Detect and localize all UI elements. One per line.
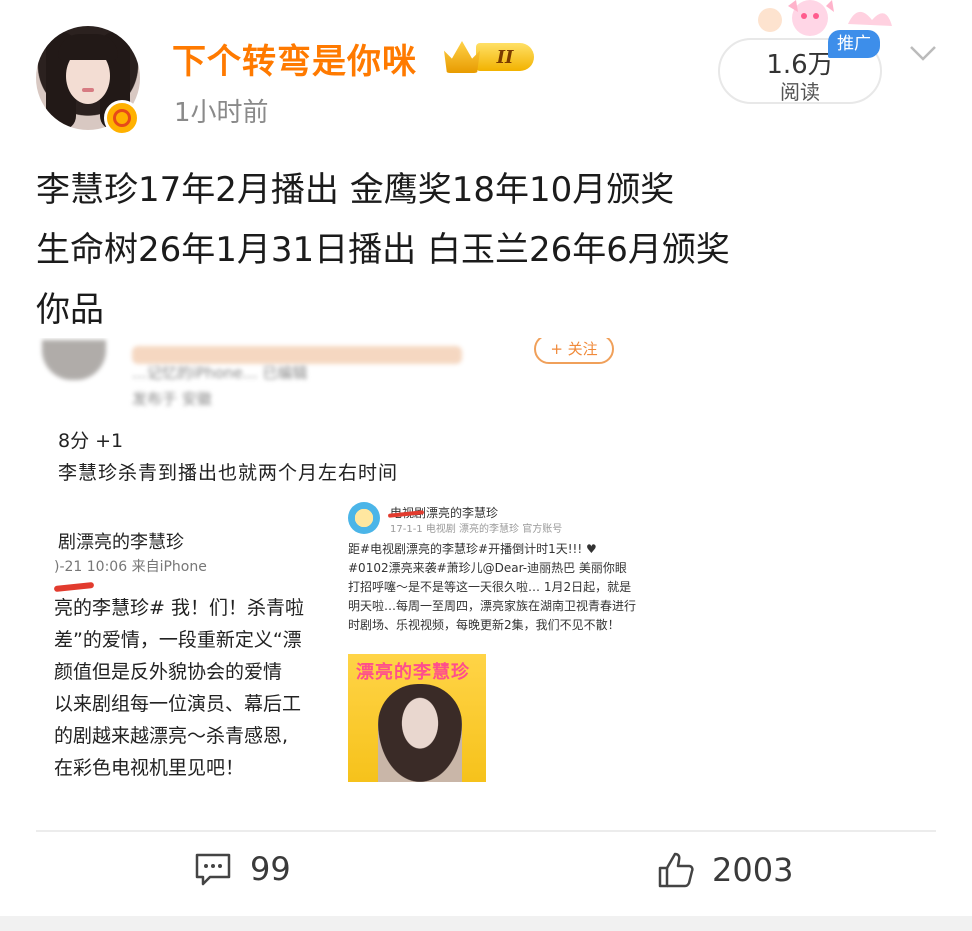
comment-text: 李慧珍杀青到播出也就两个月左右时间 <box>58 462 399 484</box>
post-line: 李慧珍17年2月播出 金鹰奖18年10月颁奖 <box>36 170 675 210</box>
bottom-separator <box>0 916 972 931</box>
verified-badge-icon <box>104 100 140 136</box>
comment-button[interactable]: 99 <box>194 850 291 888</box>
ad-tag: 推广 <box>828 30 880 58</box>
score-text: 8分 +1 <box>58 430 124 452</box>
username[interactable]: 下个转弯是你咪 <box>172 34 417 83</box>
comment-count: 99 <box>250 850 291 888</box>
post-image[interactable]: …记忆的iPhone… 已编辑 发布于 安徽 + 关注 8分 +1 李慧珍杀青到… <box>36 338 648 786</box>
like-count: 2003 <box>712 851 794 889</box>
follow-button: + 关注 <box>534 338 614 364</box>
thumbs-up-icon <box>658 852 694 888</box>
crown-icon <box>444 41 480 73</box>
post-time: 1小时前 <box>174 98 269 128</box>
member-level-badge[interactable]: II <box>444 40 538 74</box>
chevron-down-icon[interactable] <box>906 36 940 70</box>
drama-poster: 漂亮的李慧珍 <box>348 654 486 782</box>
post-line: 你品 <box>36 290 104 330</box>
divider <box>36 830 936 832</box>
embedded-weibo: 电视剧漂亮的李慧珍 17-1-1 电视剧 漂亮的李慧珍 官方账号 距#电视剧漂亮… <box>346 500 646 786</box>
weibo-post: 下个转弯是你咪 II 1小时前 1.6万 阅读 推广 李慧珍17年2月播出 金鹰… <box>0 0 972 931</box>
comment-icon <box>195 853 231 886</box>
post-content: 李慧珍17年2月播出 金鹰奖18年10月颁奖 生命树26年1月31日播出 白玉兰… <box>36 160 936 340</box>
post-line: 生命树26年1月31日播出 白玉兰26年6月颁奖 <box>36 230 730 270</box>
like-button[interactable]: 2003 <box>656 850 793 890</box>
